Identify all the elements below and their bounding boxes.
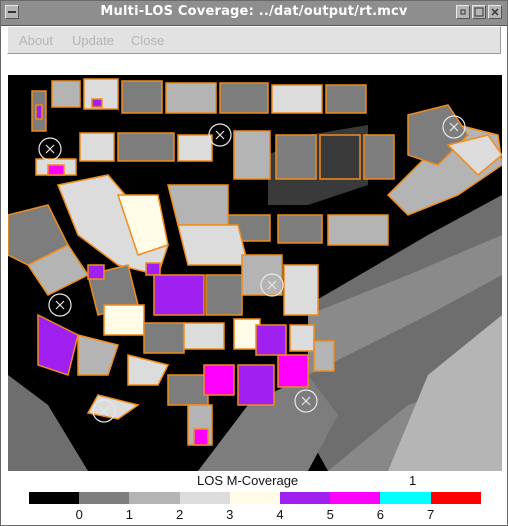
- close-icon: [491, 8, 499, 16]
- legend-tick-label: 5: [326, 507, 334, 522]
- legend-swatch: [179, 492, 230, 504]
- building-hotspot: [87, 264, 105, 280]
- menu-update[interactable]: Update: [72, 33, 114, 48]
- building-hotspot: [237, 364, 275, 406]
- legend-swatch: [129, 492, 180, 504]
- maximize-icon: [474, 7, 484, 17]
- building: [143, 322, 185, 354]
- building: [165, 82, 217, 114]
- legend-value: 1: [409, 473, 417, 488]
- building: [327, 214, 389, 246]
- coverage-map[interactable]: [7, 75, 504, 471]
- building: [103, 304, 145, 336]
- building: [51, 80, 81, 108]
- coverage-map-canvas[interactable]: [7, 75, 504, 471]
- legend-tick-label: 2: [175, 507, 184, 522]
- building-hotspot: [255, 324, 287, 356]
- building-hotspot: [145, 262, 161, 276]
- close-window-button[interactable]: [488, 5, 502, 19]
- building: [277, 214, 323, 244]
- menu-bar: About Update Close: [7, 26, 501, 54]
- legend-title: LOS M-Coverage: [197, 473, 299, 488]
- legend-tick-label: 6: [376, 507, 384, 522]
- legend-swatch: [29, 492, 80, 504]
- building: [205, 274, 243, 316]
- building: [325, 84, 367, 114]
- building: [219, 82, 269, 114]
- legend-swatch: [79, 492, 130, 504]
- building: [183, 322, 225, 350]
- building: [121, 80, 163, 114]
- building-hotspot: [91, 98, 103, 108]
- building-hotspot: [203, 364, 235, 396]
- window-title: Multi-LOS Coverage: ../dat/output/rt.mcv: [100, 4, 408, 19]
- building: [283, 264, 319, 316]
- maximize-button[interactable]: [472, 5, 486, 19]
- building: [363, 134, 395, 180]
- building: [117, 132, 175, 162]
- building-hotspot: [35, 104, 43, 120]
- building: [289, 324, 315, 352]
- legend-swatch: [330, 492, 381, 504]
- building-hotspot: [47, 164, 65, 176]
- legend-colorbar: [29, 492, 481, 504]
- legend-swatch: [229, 492, 280, 504]
- coverage-window: Multi-LOS Coverage: ../dat/output/rt.mcv…: [0, 0, 508, 526]
- legend-tick-label: 0: [75, 507, 83, 522]
- building: [167, 374, 209, 406]
- title-bar[interactable]: Multi-LOS Coverage: ../dat/output/rt.mcv: [1, 1, 507, 26]
- legend-swatch: [279, 492, 331, 504]
- legend-swatch: [430, 492, 481, 504]
- building: [319, 134, 361, 180]
- legend-tick-label: 1: [125, 507, 133, 522]
- menu-about[interactable]: About: [19, 33, 53, 48]
- building-hotspot: [193, 428, 209, 446]
- legend-tick-label: 3: [226, 507, 234, 522]
- legend-swatch: [380, 492, 431, 504]
- building-hotspot: [277, 354, 309, 388]
- minimize-icon: [460, 9, 466, 15]
- building: [313, 340, 335, 372]
- building: [275, 134, 317, 180]
- building: [177, 224, 249, 266]
- building: [79, 132, 115, 162]
- building-hotspot: [153, 274, 205, 316]
- legend-tick-label: 7: [426, 507, 435, 522]
- building: [233, 130, 271, 180]
- building: [167, 184, 229, 226]
- building: [271, 84, 323, 114]
- minimize-button[interactable]: [456, 5, 470, 19]
- menu-close[interactable]: Close: [131, 33, 164, 48]
- legend-tick-label: 4: [276, 507, 284, 522]
- building: [177, 134, 213, 162]
